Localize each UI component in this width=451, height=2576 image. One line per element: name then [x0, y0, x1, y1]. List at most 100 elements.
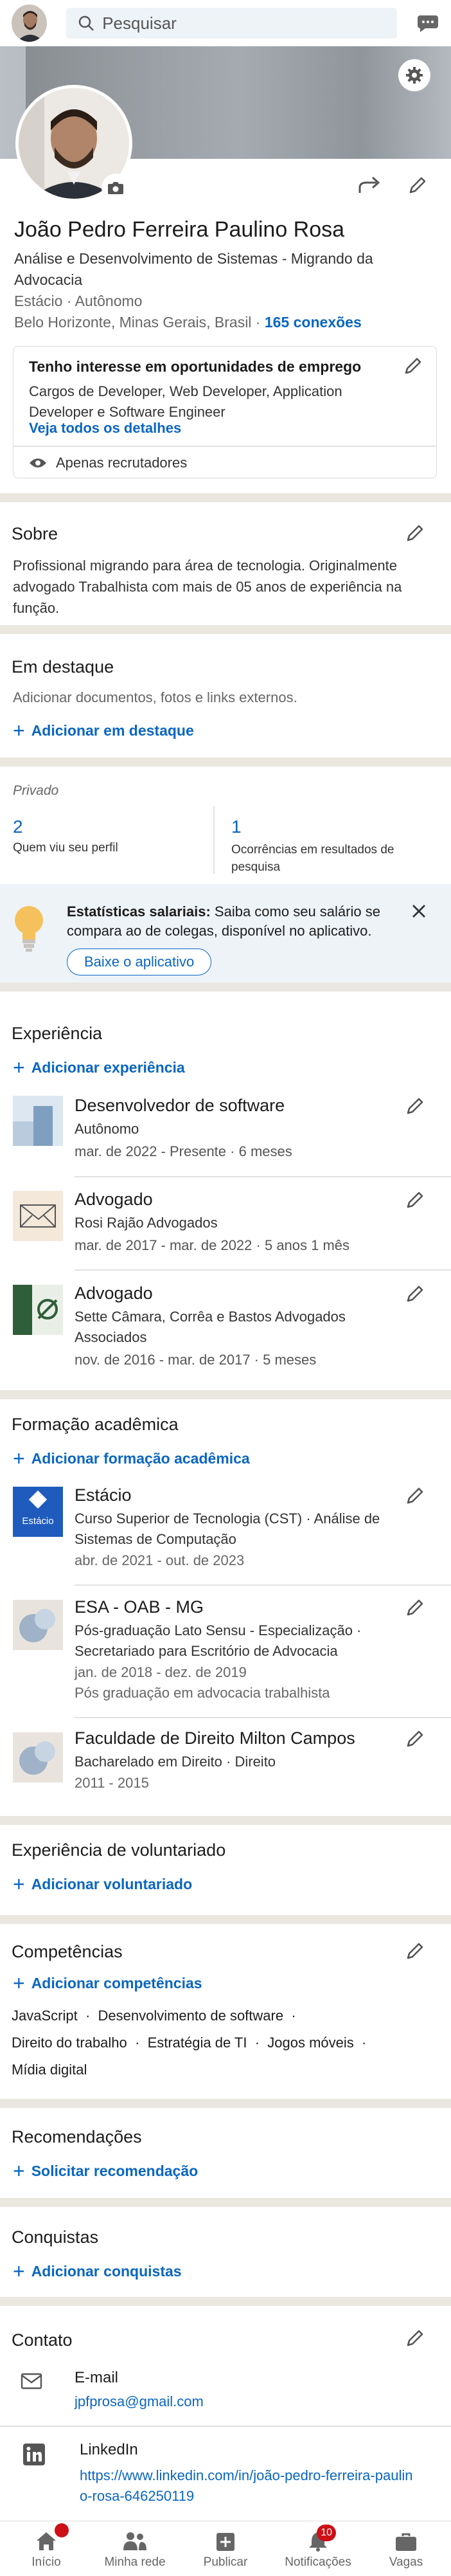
- skill-item[interactable]: Desenvolvimento de software: [98, 2008, 284, 2024]
- settings-gear-icon[interactable]: [398, 59, 430, 91]
- edit-education-pencil-icon[interactable]: [405, 1597, 425, 1618]
- request-recommendation-link[interactable]: + Solicitar recomendação: [13, 2161, 198, 2181]
- education-school-1[interactable]: Estácio: [75, 1485, 132, 1505]
- edit-education-pencil-icon[interactable]: [405, 1728, 425, 1749]
- salary-banner: Estatísticas salariais: Saiba como seu s…: [0, 884, 451, 983]
- education-dates-2: jan. de 2018 - dez. de 2019: [75, 1664, 247, 1680]
- education-dates-3: 2011 - 2015: [75, 1775, 149, 1791]
- skill-item[interactable]: Direito do trabalho: [12, 2035, 127, 2051]
- experience-title-2[interactable]: Advogado: [75, 1190, 153, 1210]
- experience-title: Experiência: [12, 1024, 103, 1043]
- email-link[interactable]: jpfprosa@gmail.com: [75, 2393, 204, 2410]
- top-bar: Pesquisar: [0, 0, 451, 46]
- add-education-label: Adicionar formação acadêmica: [31, 1449, 250, 1467]
- school-logo-estacio: Estácio: [13, 1487, 63, 1537]
- add-experience-link[interactable]: + Adicionar experiência: [13, 1057, 185, 1078]
- edit-experience-pencil-icon[interactable]: [405, 1096, 425, 1116]
- connections-link[interactable]: 165 conexões: [265, 314, 362, 331]
- edit-open-to-work-pencil-icon[interactable]: [403, 356, 423, 376]
- dates: nov. de 2016 - mar. de 2017: [75, 1352, 251, 1368]
- education-degree-3: Bacharelado em Direito · Direito: [75, 1754, 276, 1770]
- nav-jobs[interactable]: Vagas: [373, 2521, 439, 2576]
- duration: 6 meses: [238, 1143, 292, 1159]
- search-appearances-stat[interactable]: 1 Ocorrências em resultados de pesquisa: [231, 817, 437, 876]
- nav-network[interactable]: Minha rede: [96, 2521, 173, 2576]
- close-icon[interactable]: [411, 903, 427, 919]
- linkedin-url-link[interactable]: https://www.linkedin.com/in/joão-pedro-f…: [80, 2465, 414, 2507]
- profile-views-label: Quem viu seu perfil: [13, 841, 118, 855]
- experience-company-1: Autônomo: [75, 1121, 139, 1137]
- add-education-link[interactable]: + Adicionar formação acadêmica: [13, 1448, 250, 1469]
- dates: mar. de 2022 - Presente: [75, 1143, 227, 1159]
- company-logo: [13, 1191, 63, 1241]
- plus-icon: +: [13, 1056, 25, 1079]
- experience-dates-3: nov. de 2016 - mar. de 2017 · 5 meses: [75, 1352, 317, 1368]
- plus-icon: +: [13, 1873, 25, 1896]
- experience-dates-1: mar. de 2022 - Presente · 6 meses: [75, 1143, 292, 1159]
- download-app-button[interactable]: Baixe o aplicativo: [67, 948, 212, 975]
- education-school-3[interactable]: Faculdade de Direito Milton Campos: [75, 1728, 355, 1748]
- location-line: Belo Horizonte, Minas Gerais, Brasil · 1…: [14, 314, 362, 331]
- search-input[interactable]: Pesquisar: [66, 8, 397, 39]
- degree: Bacharelado em Direito: [75, 1754, 222, 1770]
- skill-item[interactable]: Jogos móveis: [267, 2035, 354, 2051]
- edit-experience-pencil-icon[interactable]: [405, 1190, 425, 1210]
- skill-item[interactable]: Estratégia de TI: [148, 2035, 247, 2051]
- education-school-2[interactable]: ESA - OAB - MG: [75, 1597, 204, 1617]
- degree: Pós-graduação Lato Sensu - Especializaçã…: [75, 1622, 353, 1638]
- accomplishments-section: Conquistas + Adicionar conquistas: [0, 2207, 451, 2297]
- skills-section: Competências + Adicionar competências Jav…: [0, 1924, 451, 2099]
- field: Secretariado para Escritório de Advocaci…: [75, 1643, 338, 1659]
- edit-skills-pencil-icon[interactable]: [405, 1941, 425, 1961]
- volunteer-title: Experiência de voluntariado: [12, 1840, 226, 1860]
- education-degree-1: Curso Superior de Tecnologia (CST) · Aná…: [75, 1510, 380, 1547]
- skill-item[interactable]: JavaScript: [12, 2008, 78, 2024]
- open-to-work-card[interactable]: Tenho interesse em oportunidades de empr…: [13, 346, 437, 478]
- share-icon[interactable]: [357, 175, 382, 194]
- add-volunteer-label: Adicionar voluntariado: [31, 1875, 193, 1892]
- open-to-work-roles: Cargos de Developer, Web Developer, Appl…: [29, 383, 342, 420]
- about-title: Sobre: [12, 524, 58, 543]
- add-featured-link[interactable]: + Adicionar em destaque: [13, 720, 194, 741]
- nav-home[interactable]: Início: [13, 2521, 80, 2576]
- current-position: Estácio · Autônomo: [14, 293, 143, 309]
- profile-views-count: 2: [13, 817, 23, 837]
- network-icon: [122, 2531, 148, 2552]
- field: Direito: [234, 1754, 276, 1770]
- nav-notifications[interactable]: 10 Notificações: [276, 2521, 360, 2576]
- accomplishments-title: Conquistas: [12, 2227, 99, 2247]
- nav-notifications-label: Notificações: [285, 2555, 351, 2569]
- see-details-link[interactable]: Veja todos os detalhes: [29, 420, 181, 437]
- svg-text:Estácio: Estácio: [22, 1516, 53, 1527]
- plus-icon: +: [13, 1447, 25, 1470]
- camera-icon[interactable]: [102, 174, 130, 202]
- headline-text: Análise e Desenvolvimento de Sistemas - …: [14, 250, 373, 288]
- avatar[interactable]: [12, 5, 48, 42]
- featured-section: Em destaque Adicionar documentos, fotos …: [0, 634, 451, 757]
- experience-title-3[interactable]: Advogado: [75, 1283, 153, 1303]
- linkedin-icon: [23, 2444, 45, 2465]
- nav-home-label: Início: [31, 2555, 61, 2569]
- email-label: E-mail: [75, 2369, 119, 2386]
- edit-education-pencil-icon[interactable]: [405, 1485, 425, 1506]
- nav-post[interactable]: Publicar: [190, 2521, 261, 2576]
- add-experience-label: Adicionar experiência: [31, 1058, 185, 1076]
- contact-title: Contato: [12, 2330, 73, 2350]
- nav-jobs-label: Vagas: [389, 2555, 423, 2569]
- nav-network-label: Minha rede: [104, 2555, 166, 2569]
- edit-contact-pencil-icon[interactable]: [405, 2328, 425, 2348]
- messaging-icon[interactable]: [416, 12, 439, 35]
- profile-views-stat[interactable]: 2 Quem viu seu perfil: [13, 817, 118, 855]
- experience-title-1[interactable]: Desenvolvedor de software: [75, 1096, 285, 1116]
- edit-about-pencil-icon[interactable]: [405, 523, 425, 543]
- skill-item[interactable]: Mídia digital: [12, 2062, 87, 2078]
- add-accomplishments-link[interactable]: + Adicionar conquistas: [13, 2261, 182, 2281]
- search-appearances-count: 1: [231, 817, 242, 837]
- nav-post-label: Publicar: [203, 2555, 248, 2569]
- add-skills-link[interactable]: + Adicionar competências: [13, 1973, 202, 1993]
- recommendations-title: Recomendações: [12, 2127, 142, 2146]
- edit-experience-pencil-icon[interactable]: [405, 1283, 425, 1304]
- linkedin-label: LinkedIn: [80, 2441, 138, 2458]
- edit-intro-pencil-icon[interactable]: [407, 175, 428, 195]
- add-volunteer-link[interactable]: + Adicionar voluntariado: [13, 1874, 192, 1894]
